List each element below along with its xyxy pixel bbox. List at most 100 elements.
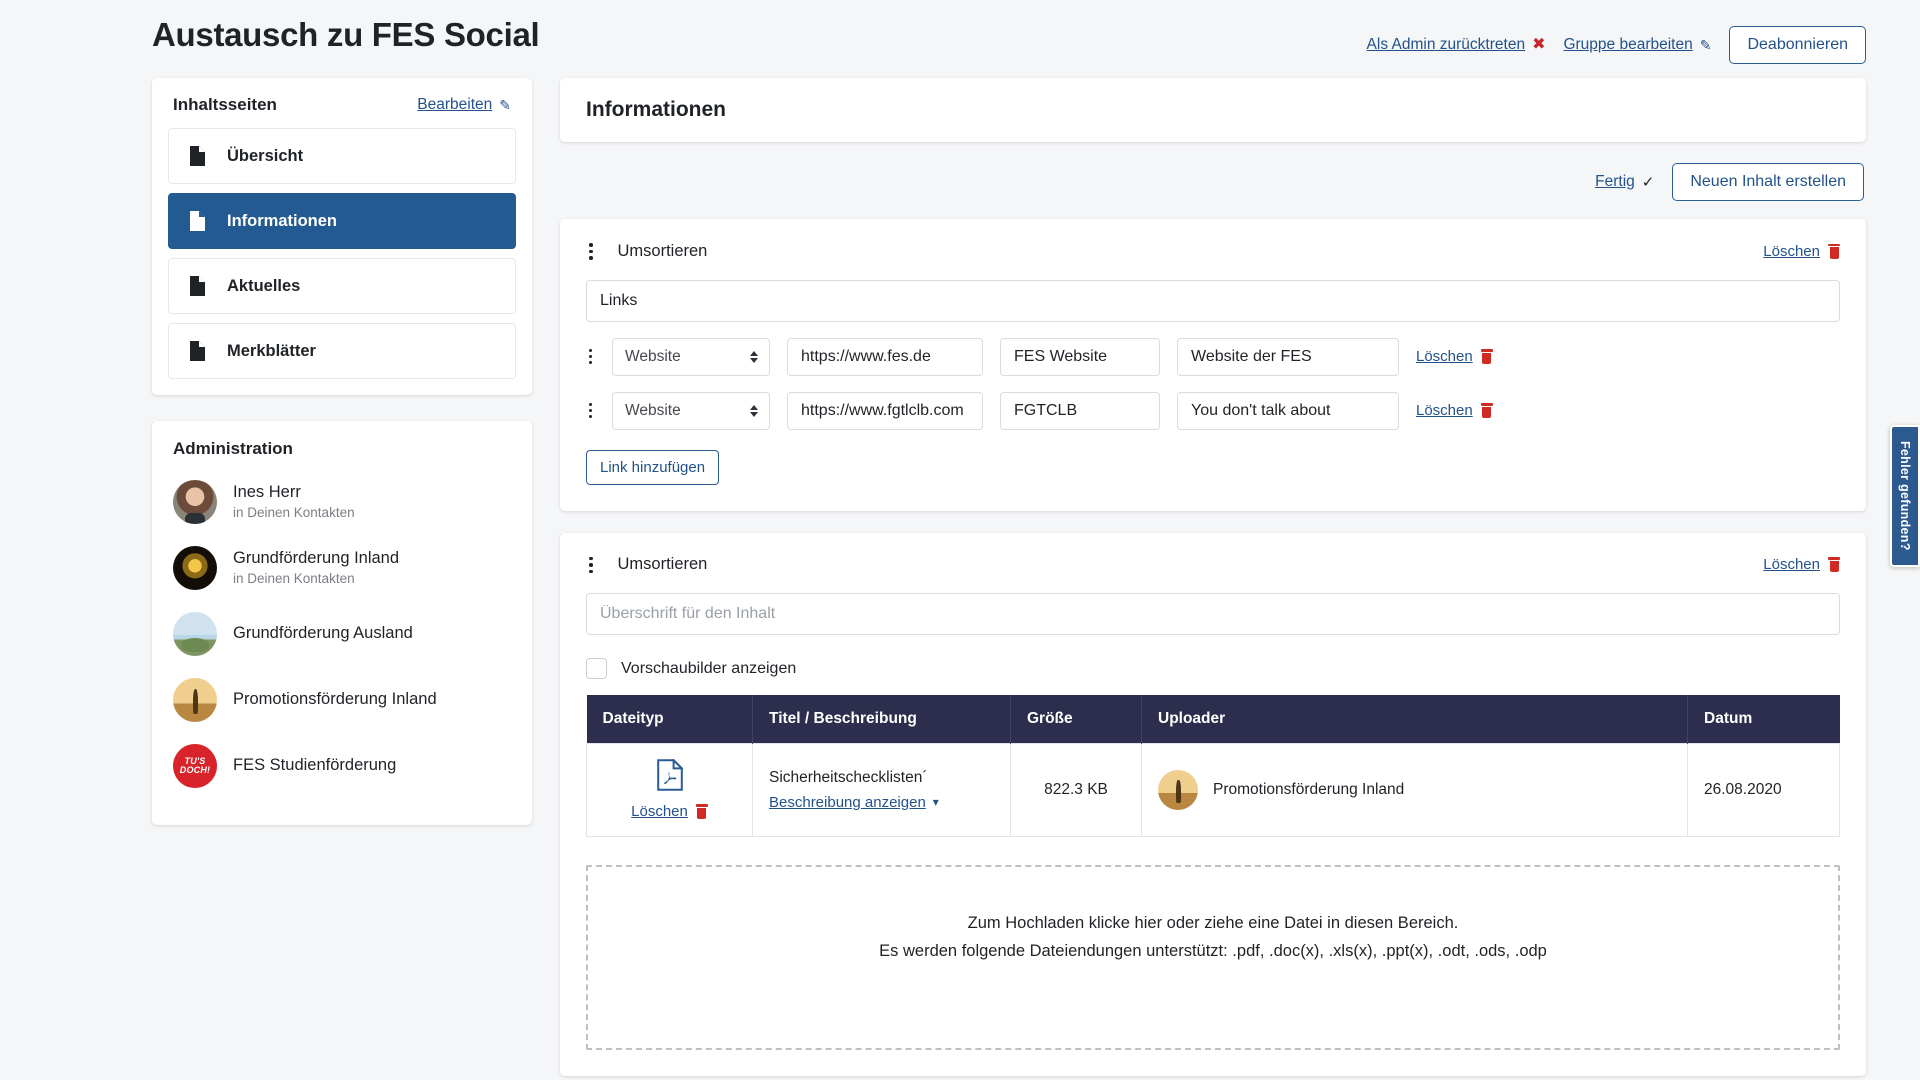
avatar	[173, 480, 217, 524]
admin-member-text: Ines Herr in Deinen Kontakten	[233, 482, 355, 522]
block-heading-input[interactable]	[586, 593, 1840, 635]
block-header: Umsortieren Löschen	[586, 555, 1840, 576]
link-description-input[interactable]	[1177, 391, 1399, 430]
column-header-groesse: Größe	[1010, 695, 1142, 744]
close-icon: ✖	[1532, 36, 1546, 53]
link-delete-action[interactable]: Löschen	[1416, 402, 1493, 419]
link-delete-label[interactable]: Löschen	[1416, 402, 1473, 419]
drag-handle-icon[interactable]	[586, 347, 595, 366]
admin-member-promotionsfoerderung-inland[interactable]: Promotionsförderung Inland	[173, 667, 511, 733]
block-reorder-label: Umsortieren	[617, 555, 708, 574]
panel-title: Informationen	[560, 78, 1866, 142]
block-reorder-control[interactable]: Umsortieren	[586, 555, 707, 576]
block-heading-field-wrap	[586, 279, 1840, 322]
edit-group-action[interactable]: Gruppe bearbeiten ✎	[1563, 36, 1711, 54]
sidebar-item-aktuelles[interactable]: Aktuelles	[168, 258, 516, 314]
file-delete-label[interactable]: Löschen	[631, 803, 688, 820]
admin-member-ines-herr[interactable]: Ines Herr in Deinen Kontakten	[173, 469, 511, 535]
pencil-icon: ✎	[499, 97, 511, 113]
link-description-input[interactable]	[1177, 337, 1399, 376]
show-description-label[interactable]: Beschreibung anzeigen	[769, 794, 926, 811]
show-description-action[interactable]: Beschreibung anzeigen ▾	[769, 794, 939, 811]
sidebar-item-label: Aktuelles	[227, 276, 301, 295]
step-down-admin-action[interactable]: Als Admin zurücktreten ✖	[1367, 36, 1546, 54]
administration-title: Administration	[173, 439, 293, 458]
block-reorder-label: Umsortieren	[617, 241, 708, 260]
file-dropzone[interactable]: Zum Hochladen klicke hier oder ziehe ein…	[586, 865, 1840, 1050]
content-pages-title: Inhaltsseiten	[173, 95, 277, 114]
admin-member-name: Ines Herr	[233, 483, 301, 501]
create-content-button[interactable]: Neuen Inhalt erstellen	[1672, 163, 1864, 201]
admin-member-name: Promotionsförderung Inland	[233, 690, 437, 709]
trash-icon	[1480, 403, 1493, 418]
file-delete-action[interactable]: Löschen	[631, 803, 708, 820]
page-title: Austausch zu FES Social	[152, 16, 540, 53]
link-delete-label[interactable]: Löschen	[1416, 348, 1473, 365]
link-title-input[interactable]	[1000, 337, 1160, 376]
content-pages-edit-label[interactable]: Bearbeiten	[417, 96, 492, 114]
edit-group-label[interactable]: Gruppe bearbeiten	[1563, 36, 1692, 54]
column-header-datum: Datum	[1687, 695, 1840, 744]
dropzone-line-1: Zum Hochladen klicke hier oder ziehe ein…	[967, 914, 1459, 932]
drag-handle-icon[interactable]	[586, 241, 596, 262]
avatar-text: TU'S DOCH!	[173, 744, 217, 788]
link-url-input[interactable]	[787, 391, 983, 430]
cell-uploader: Promotionsförderung Inland	[1141, 743, 1688, 837]
document-icon	[189, 146, 205, 166]
main-layout: Inhaltsseiten Bearbeiten ✎ Übersicht Inf…	[0, 64, 1920, 1080]
cell-size: 822.3 KB	[1010, 743, 1142, 837]
sidebar-item-merkblaetter[interactable]: Merkblätter	[168, 323, 516, 379]
block-delete-label[interactable]: Löschen	[1763, 556, 1820, 573]
link-title-input[interactable]	[1000, 391, 1160, 430]
document-icon	[189, 276, 205, 296]
link-type-value: Website	[625, 347, 681, 365]
done-action[interactable]: Fertig ✓	[1595, 173, 1654, 191]
drag-handle-icon[interactable]	[586, 401, 595, 420]
sidebar-item-label: Übersicht	[227, 146, 304, 165]
link-url-input[interactable]	[787, 337, 983, 376]
content-pages-header: Inhaltsseiten Bearbeiten ✎	[152, 78, 532, 128]
link-type-select[interactable]: Website	[612, 337, 770, 376]
block-heading-input[interactable]	[586, 279, 1840, 322]
content-toolbar: Fertig ✓ Neuen Inhalt erstellen	[560, 142, 1866, 219]
content-pages-edit-action[interactable]: Bearbeiten ✎	[417, 96, 511, 114]
sidebar-item-informationen[interactable]: Informationen	[168, 193, 516, 249]
block-delete-label[interactable]: Löschen	[1763, 243, 1820, 260]
trash-icon	[695, 804, 708, 819]
step-down-admin-label[interactable]: Als Admin zurücktreten	[1367, 36, 1526, 54]
document-icon	[189, 211, 205, 231]
file-title: Sicherheitschecklisten´	[769, 768, 928, 786]
link-type-value: Website	[625, 401, 681, 419]
admin-member-name: Grundförderung Inland	[233, 549, 400, 567]
block-delete-action[interactable]: Löschen	[1763, 243, 1840, 260]
avatar	[173, 612, 217, 656]
add-link-button[interactable]: Link hinzufügen	[586, 449, 720, 485]
top-bar: Austausch zu FES Social Als Admin zurück…	[0, 0, 1920, 64]
link-row: Website Löschen	[586, 391, 1840, 430]
unsubscribe-button[interactable]: Deabonnieren	[1729, 26, 1866, 64]
avatar	[1158, 770, 1198, 810]
done-label[interactable]: Fertig	[1595, 173, 1635, 191]
admin-member-grundfoerderung-inland[interactable]: Grundförderung Inland in Deinen Kontakte…	[173, 535, 511, 601]
drag-handle-icon[interactable]	[586, 555, 596, 576]
avatar	[173, 546, 217, 590]
trash-icon	[1828, 557, 1840, 573]
block-reorder-control[interactable]: Umsortieren	[586, 241, 707, 262]
report-error-tab[interactable]: Fehler gefunden?	[1890, 425, 1920, 567]
block-delete-action[interactable]: Löschen	[1763, 556, 1840, 573]
column-header-uploader: Uploader	[1141, 695, 1688, 744]
cell-title-description: Sicherheitschecklisten´ Beschreibung anz…	[752, 743, 1011, 837]
admin-member-grundfoerderung-ausland[interactable]: Grundförderung Ausland	[173, 601, 511, 667]
files-table: Dateityp Titel / Beschreibung Größe Uplo…	[586, 695, 1840, 837]
sidebar-item-uebersicht[interactable]: Übersicht	[168, 128, 516, 184]
admin-member-fes-studienfoerderung[interactable]: TU'S DOCH! FES Studienförderung	[173, 733, 511, 799]
show-previews-checkbox[interactable]	[586, 658, 607, 679]
link-delete-action[interactable]: Löschen	[1416, 348, 1493, 365]
top-actions: Als Admin zurücktreten ✖ Gruppe bearbeit…	[1367, 14, 1866, 64]
avatar	[173, 678, 217, 722]
admin-member-name: Grundförderung Ausland	[233, 624, 413, 643]
column-header-titel: Titel / Beschreibung	[752, 695, 1011, 744]
cell-filetype: Löschen	[586, 743, 753, 837]
link-type-select[interactable]: Website	[612, 391, 770, 430]
document-icon	[189, 341, 205, 361]
